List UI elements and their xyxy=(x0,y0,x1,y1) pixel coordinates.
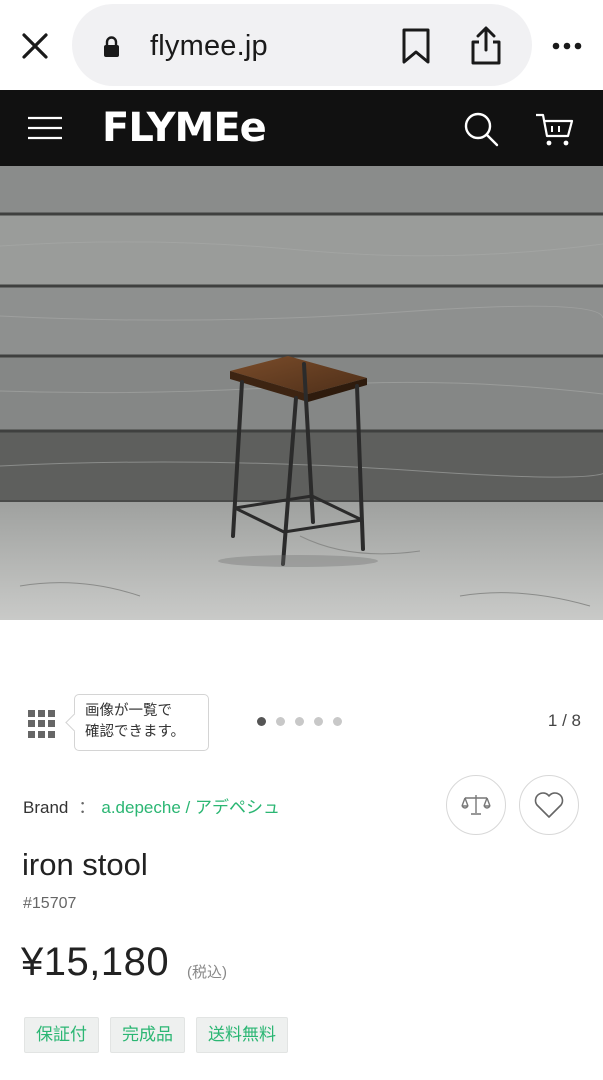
share-button[interactable] xyxy=(466,24,506,68)
site-header: FLYMEe xyxy=(0,90,603,166)
gallery-controls: 画像が一覧で 確認できます。 1 / 8 xyxy=(0,680,603,770)
search-icon xyxy=(464,112,499,147)
brand-label: Brand xyxy=(23,798,69,817)
grid-icon xyxy=(28,710,35,717)
close-icon xyxy=(22,33,48,59)
tooltip-line-2: 確認できます。 xyxy=(85,724,186,740)
more-icon xyxy=(552,42,582,50)
product-id: #15707 xyxy=(23,895,77,912)
heart-icon xyxy=(534,792,564,818)
menu-button[interactable] xyxy=(26,112,64,144)
site-logo[interactable]: FLYMEe xyxy=(102,104,267,152)
grid-view-button[interactable] xyxy=(28,710,56,738)
scale-icon xyxy=(461,795,491,815)
carousel-dot-4[interactable] xyxy=(314,717,323,726)
favorite-button[interactable] xyxy=(519,775,579,835)
carousel-dot-3[interactable] xyxy=(295,717,304,726)
bookmark-button[interactable] xyxy=(398,26,434,66)
share-icon xyxy=(471,26,501,65)
tag-free-shipping: 送料無料 xyxy=(196,1017,288,1053)
browser-toolbar: flymee.jp xyxy=(0,0,603,90)
bookmark-icon xyxy=(402,28,430,64)
product-title: iron stool xyxy=(22,847,148,882)
image-counter: 1 / 8 xyxy=(547,711,581,730)
more-button[interactable] xyxy=(544,32,590,60)
tax-note: (税込) xyxy=(187,964,227,981)
tag-warranty: 保証付 xyxy=(24,1017,99,1053)
search-button[interactable] xyxy=(462,110,500,148)
product-image[interactable] xyxy=(0,166,603,620)
brand-row: Brand ： a.depeche / アデペシュ xyxy=(23,793,280,818)
carousel-dot-2[interactable] xyxy=(276,717,285,726)
grid-tooltip: 画像が一覧で 確認できます。 xyxy=(74,694,209,751)
address-bar[interactable]: flymee.jp xyxy=(72,4,532,86)
lock-icon xyxy=(104,36,119,57)
product-price: ¥15,180 xyxy=(21,940,170,984)
url-text: flymee.jp xyxy=(150,30,268,62)
product-tags: 保証付 完成品 送料無料 xyxy=(24,1017,288,1053)
menu-icon xyxy=(28,116,62,140)
compare-button[interactable] xyxy=(446,775,506,835)
close-button[interactable] xyxy=(14,25,56,67)
carousel-dot-5[interactable] xyxy=(333,717,342,726)
cart-icon xyxy=(536,113,574,146)
carousel-dots xyxy=(257,717,342,726)
tooltip-line-1: 画像が一覧で xyxy=(85,703,172,719)
carousel-dot-1[interactable] xyxy=(257,717,266,726)
brand-link[interactable]: a.depeche / アデペシュ xyxy=(101,798,280,817)
cart-button[interactable] xyxy=(534,110,576,148)
tag-assembled: 完成品 xyxy=(110,1017,185,1053)
product-photo xyxy=(0,166,603,620)
brand-separator: ： xyxy=(78,798,96,817)
